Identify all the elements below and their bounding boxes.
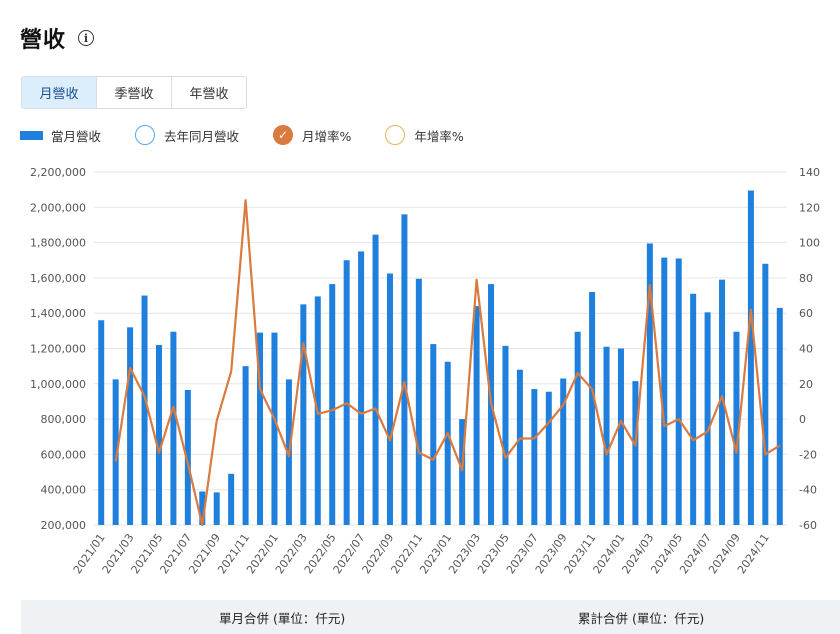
revenue-bar xyxy=(574,331,581,525)
bar-swatch-icon xyxy=(20,130,43,140)
cumulative-total-label: 累計合併 (單位：仟元) xyxy=(578,610,705,626)
revenue-bar xyxy=(617,348,624,525)
y-right-tick-label: 60 xyxy=(799,307,813,320)
revenue-bar xyxy=(358,251,365,526)
legend-label: 年增率% xyxy=(414,128,464,144)
revenue-bar xyxy=(386,273,393,525)
y-right-tick-label: 140 xyxy=(799,166,820,179)
revenue-bar xyxy=(372,234,379,525)
revenue-bar xyxy=(776,307,783,525)
y-left-tick-label: 200,000 xyxy=(41,519,87,532)
revenue-bar xyxy=(415,278,422,525)
y-right-tick-label: 120 xyxy=(799,201,820,214)
revenue-bar xyxy=(675,258,682,525)
revenue-bar xyxy=(545,391,552,525)
tab-yearly[interactable]: 年營收 xyxy=(172,77,246,108)
check-circle-icon: ✓ xyxy=(273,125,294,145)
circle-outline-icon xyxy=(385,125,406,145)
revenue-bar xyxy=(704,312,711,525)
revenue-bar xyxy=(401,214,408,526)
revenue-bar xyxy=(141,295,148,525)
revenue-bar xyxy=(762,263,769,525)
y-right-tick-label: -60 xyxy=(799,519,817,532)
revenue-bar xyxy=(170,331,177,525)
revenue-bar xyxy=(98,320,105,525)
y-right-tick-label: -40 xyxy=(799,484,817,497)
y-left-tick-label: 1,000,000 xyxy=(30,378,86,391)
y-left-tick-label: 1,600,000 xyxy=(30,272,86,285)
info-icon[interactable]: i xyxy=(78,30,95,46)
monthly-total-label: 單月合併 (單位：仟元) xyxy=(219,610,346,626)
period-tabs: 月營收 季營收 年營收 xyxy=(21,76,247,109)
revenue-bar xyxy=(155,344,162,525)
legend-label: 月增率% xyxy=(302,128,352,144)
revenue-bar xyxy=(589,292,596,525)
revenue-bar xyxy=(603,346,610,525)
y-left-tick-label: 2,200,000 xyxy=(30,166,86,179)
legend-label: 當月營收 xyxy=(51,128,102,144)
revenue-bar xyxy=(343,260,350,525)
circle-outline-icon xyxy=(135,125,156,145)
revenue-chart: 200,000 -60 400,000 -40 600,000 -20 800,000 0 1,… xyxy=(30,166,820,576)
legend-item-mom-rate[interactable]: ✓ 月增率% xyxy=(273,125,351,145)
revenue-bar xyxy=(632,381,639,525)
revenue-bar xyxy=(747,190,754,525)
chart-legend: 當月營收 去年同月營收 ✓ 月增率% 年增率% xyxy=(20,125,498,145)
revenue-bar xyxy=(329,284,336,525)
revenue-bar xyxy=(430,344,437,525)
revenue-bar xyxy=(473,306,480,525)
revenue-bar xyxy=(690,293,697,525)
y-left-tick-label: 1,800,000 xyxy=(30,237,86,250)
revenue-bar xyxy=(127,327,134,525)
revenue-bar xyxy=(444,361,451,525)
y-right-tick-label: 100 xyxy=(799,237,820,250)
legend-label: 去年同月營收 xyxy=(164,128,240,144)
revenue-bar xyxy=(228,473,235,525)
y-left-tick-label: 1,400,000 xyxy=(30,307,86,320)
y-right-tick-label: 20 xyxy=(799,378,813,391)
revenue-bar xyxy=(502,345,509,525)
revenue-bar xyxy=(213,492,220,525)
y-right-tick-label: -20 xyxy=(799,448,817,461)
y-left-tick-label: 800,000 xyxy=(41,413,87,426)
page-title: 營收 xyxy=(20,28,67,53)
legend-item-monthly-revenue[interactable]: 當月營收 xyxy=(20,126,101,145)
table-header: 單月合併 (單位：仟元) 累計合併 (單位：仟元) xyxy=(21,600,840,634)
revenue-bar xyxy=(531,389,538,525)
revenue-bar xyxy=(271,332,278,525)
revenue-bar xyxy=(242,366,249,525)
revenue-bar xyxy=(300,304,307,525)
revenue-bar xyxy=(516,369,523,525)
y-left-tick-label: 400,000 xyxy=(41,484,87,497)
tab-quarterly[interactable]: 季營收 xyxy=(97,77,172,108)
legend-item-prev-year-revenue[interactable]: 去年同月營收 xyxy=(135,125,239,145)
y-left-tick-label: 1,200,000 xyxy=(30,343,86,356)
tab-monthly[interactable]: 月營收 xyxy=(22,77,97,108)
legend-item-yoy-rate[interactable]: 年增率% xyxy=(385,125,464,145)
title-row: 營收 i xyxy=(20,22,95,54)
y-right-tick-label: 40 xyxy=(799,343,813,356)
y-left-tick-label: 2,000,000 xyxy=(30,201,86,214)
y-right-tick-label: 0 xyxy=(799,413,806,426)
y-right-tick-label: 80 xyxy=(799,272,813,285)
y-left-tick-label: 600,000 xyxy=(41,448,87,461)
revenue-bar xyxy=(661,257,668,525)
